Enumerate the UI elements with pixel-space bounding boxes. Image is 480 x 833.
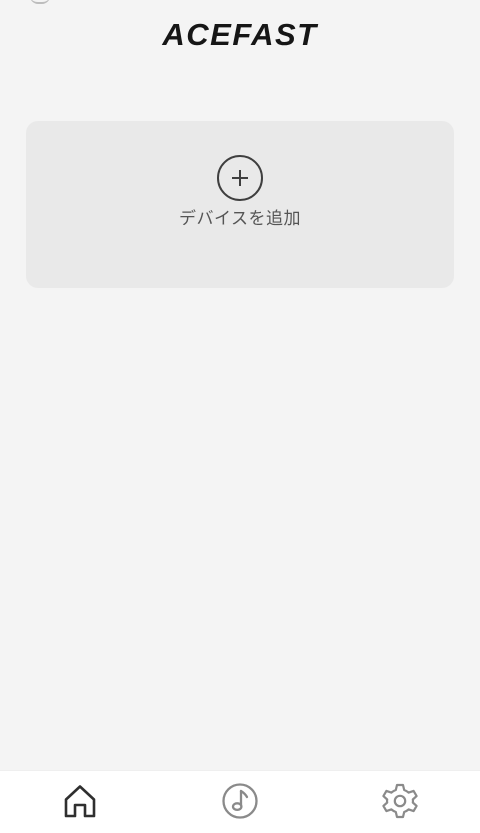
acefast-home-screen: ACEFAST デバイスを追加 <box>0 0 480 833</box>
gear-icon <box>382 783 418 819</box>
tab-home[interactable] <box>60 781 100 821</box>
acefast-logo-text: ACEFAST <box>161 17 319 50</box>
app-header: ACEFAST <box>0 0 480 70</box>
plus-circle-icon <box>217 155 263 201</box>
music-note-icon <box>222 783 258 819</box>
add-device-card[interactable]: デバイスを追加 <box>26 121 454 288</box>
acefast-logo: ACEFAST <box>161 17 319 50</box>
home-icon <box>64 785 96 818</box>
bottom-tab-bar <box>0 770 480 833</box>
tab-settings[interactable] <box>380 781 420 821</box>
add-device-label: デバイスを追加 <box>179 209 301 229</box>
tab-music[interactable] <box>220 781 260 821</box>
